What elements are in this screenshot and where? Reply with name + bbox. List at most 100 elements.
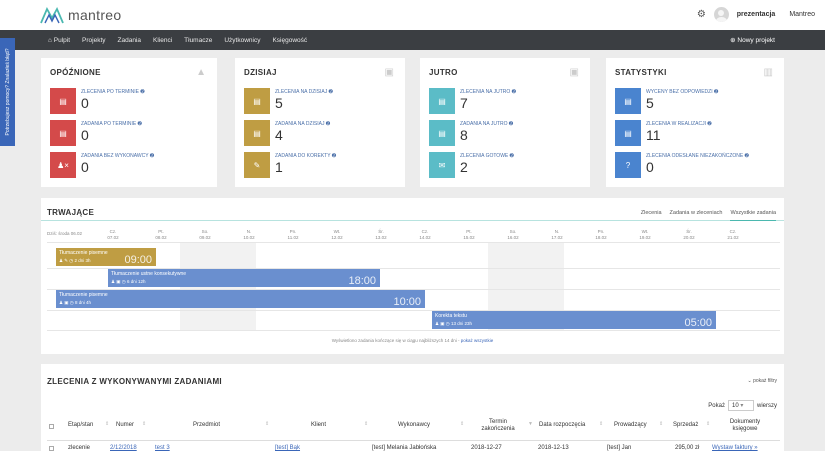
stat-label: ZLECENIA NA DZISIAJ ➋ [275,89,333,95]
column-header[interactable]: Przedmiot [193,422,220,429]
stat-value: 5 [275,95,283,111]
task-bar[interactable]: Tłumaczenie ustne konsekutywne ♟ ▣ ◷ 6 d… [108,269,380,287]
column-header[interactable]: Termin zakończenia [474,419,522,433]
brand-name: mantreo [68,7,122,23]
sort-icon[interactable]: ⇕ [105,421,109,427]
sort-icon[interactable]: ⇕ [142,421,146,427]
list-icon: ▤ [615,120,641,146]
stat-overdue-tasks[interactable]: ▤ ZADANIA PO TERMINIE ➋ 0 [50,120,210,146]
column-header[interactable]: Etap/stan [68,422,93,429]
timeline-title: TRWAJĄCE [47,208,95,217]
column-header[interactable]: Prowadzący [614,422,647,429]
stat-unanswered-quotes[interactable]: ▤ WYCENY BEZ ODPOWIEDZI ➋ 5 [615,88,775,114]
column-header[interactable]: Numer [116,422,134,429]
stat-value: 0 [81,95,89,111]
orders-table-panel: ZLECENIA Z WYKONYWANYMI ZADANIAMI ⌄ poka… [41,364,784,451]
stat-orders-in-progress[interactable]: ▤ ZLECENIA W REALIZACJI ➋ 11 [615,120,775,146]
day-header: Pn. 11.02 [287,229,299,240]
task-bar[interactable]: Korekta tekstu ♟ ▣ ◷ 13 dni 23h 05:00 [432,311,716,329]
nav-item-tlumacze[interactable]: Tłumacze [184,37,212,44]
question-icon: ? [615,152,641,178]
column-header[interactable]: Sprzedaż [673,422,698,429]
card-overdue: OPÓŹNIONE ▲ ▤ ZLECENIA PO TERMINIE ➋ 0 ▤… [41,58,217,187]
user-name[interactable]: prezentacja [737,11,776,18]
sort-icon[interactable]: ⇕ [460,421,464,427]
status-icons: ♟ ▣ ◷ [111,279,126,284]
task-bar[interactable]: Tłumaczenie pisemne ♟ ✎ ◷ 2 dni 3h 09:00 [56,248,156,266]
stat-label: ZLECENIA NA JUTRO ➋ [460,89,516,95]
nav-item-pulpit[interactable]: ⌂ Pulpit [48,37,70,44]
cell-start-date: 2018-12-13 [538,445,569,451]
nav-item-uzytkownicy[interactable]: Użytkownicy [224,37,260,44]
stat-sent-unfinished[interactable]: ? ZLECENIA ODESŁANE NIEZAKOŃCZONE ➋ 0 [615,152,775,178]
orders-table-title: ZLECENIA Z WYKONYWANYMI ZADANIAMI [47,377,222,386]
info-icon: ➋ [744,153,749,159]
cell-subject-link[interactable]: test 3 [155,445,170,451]
sort-icon[interactable]: ⇕ [265,421,269,427]
stat-ready-orders[interactable]: ✉ ZLECENIA GOTOWE ➋ 2 [429,152,589,178]
column-header[interactable]: Dokumenty księgowe [721,419,769,433]
help-feedback-label: Potrzebujesz pomocy? Znalazłeś błąd? [4,48,11,136]
stat-label: ZLECENIA GOTOWE ➋ [460,153,514,159]
issue-invoice-link[interactable]: Wystaw faktury » [712,445,758,451]
stat-label: ZADANIA DO KOREKTY ➋ [275,153,337,159]
stat-correction-tasks[interactable]: ✎ ZADANIA DO KOREKTY ➋ 1 [244,152,404,178]
stat-label: ZADANIA NA DZISIAJ ➋ [275,121,331,127]
task-bar[interactable]: Tłumaczenie pisemne ♟ ▣ ◷ 8 dni 4h 10:00 [56,290,425,308]
user-avatar[interactable] [713,7,729,22]
show-all-link[interactable]: pokaż wszystkie [461,338,494,343]
list-icon: ▤ [244,88,270,114]
card-title: OPÓŹNIONE [50,68,101,77]
stat-unassigned-tasks[interactable]: ♟× ZADANIA BEZ WYKONAWCY ➋ 0 [50,152,210,178]
sort-icon[interactable]: ⇕ [706,421,710,427]
cell-number-link[interactable]: 2/12/2018 [110,445,137,451]
settings-gear-icon[interactable]: ⚙ [697,9,706,20]
list-icon: ▤ [429,88,455,114]
day-header: N. 17.02 [551,229,563,240]
status-icons: ♟ ▣ ◷ [435,321,450,326]
sort-icon[interactable]: ⇕ [599,421,603,427]
help-feedback-tab[interactable]: Potrzebujesz pomocy? Znalazłeś błąd? [0,38,15,146]
info-icon: ➋ [707,121,712,127]
nav-item-ksiegowosc[interactable]: Księgowość [272,37,307,44]
stat-tomorrow-tasks[interactable]: ▤ ZADANIA NA JUTRO ➋ 8 [429,120,589,146]
mail-icon: ✉ [429,152,455,178]
nav-item-zadania[interactable]: Zadania [118,37,142,44]
bar-chart-icon: ▥ [763,67,773,78]
day-header: Śr. 13.02 [375,229,387,240]
page-size-select[interactable]: 10 ▾ [727,400,754,411]
nav-item-projekty[interactable]: Projekty [82,37,105,44]
calendar-icon: ▣ [569,67,579,78]
nav-item-klienci[interactable]: Klienci [153,37,172,44]
column-header[interactable]: Wykonawcy [398,422,430,429]
stat-today-tasks[interactable]: ▤ ZADANIA NA DZISIAJ ➋ 4 [244,120,404,146]
task-meta: ♟ ▣ ◷ 8 dni 4h [59,300,91,305]
stat-overdue-orders[interactable]: ▤ ZLECENIA PO TERMINIE ➋ 0 [50,88,210,114]
sort-icon[interactable]: ⇕ [364,421,368,427]
stat-today-orders[interactable]: ▤ ZLECENIA NA DZISIAJ ➋ 5 [244,88,404,114]
day-header: Pt. 15.02 [463,229,475,240]
cell-client-link[interactable]: [test] Bąk [275,445,300,451]
info-icon: ➋ [508,121,514,127]
new-project-button[interactable]: ⊕ Nowy projekt [730,36,775,44]
select-all-checkbox[interactable] [49,424,54,429]
day-header: Cz. 07.02 [107,229,119,240]
mantreo-logo[interactable]: mantreo [40,6,121,24]
card-tomorrow: JUTRO ▣ ▤ ZLECENIA NA JUTRO ➋ 7 ▤ ZADANI… [420,58,590,187]
row-checkbox[interactable] [49,446,54,451]
stat-value: 5 [646,95,654,111]
sort-icon[interactable]: ⇕ [659,421,663,427]
stat-value: 1 [275,159,283,175]
column-header[interactable]: Klient [311,422,326,429]
stat-label: ZLECENIA ODESŁANE NIEZAKOŃCZONE ➋ [646,153,749,159]
stat-tomorrow-orders[interactable]: ▤ ZLECENIA NA JUTRO ➋ 7 [429,88,589,114]
show-filters-toggle[interactable]: ⌄ pokaż filtry [748,378,778,384]
plus-circle-icon: ⊕ [730,37,736,44]
info-icon: ➋ [325,121,331,127]
task-title: Tłumaczenie ustne konsekutywne [111,271,187,277]
column-header[interactable]: Data rozpoczęcia [539,422,585,429]
timeline-footer-text: Wyświetlono zadania kończące się w ciągu… [331,338,460,343]
org-name[interactable]: Mantreo [789,11,815,18]
sort-desc-icon[interactable]: ▼ [528,421,533,427]
info-icon: ➋ [149,153,155,159]
